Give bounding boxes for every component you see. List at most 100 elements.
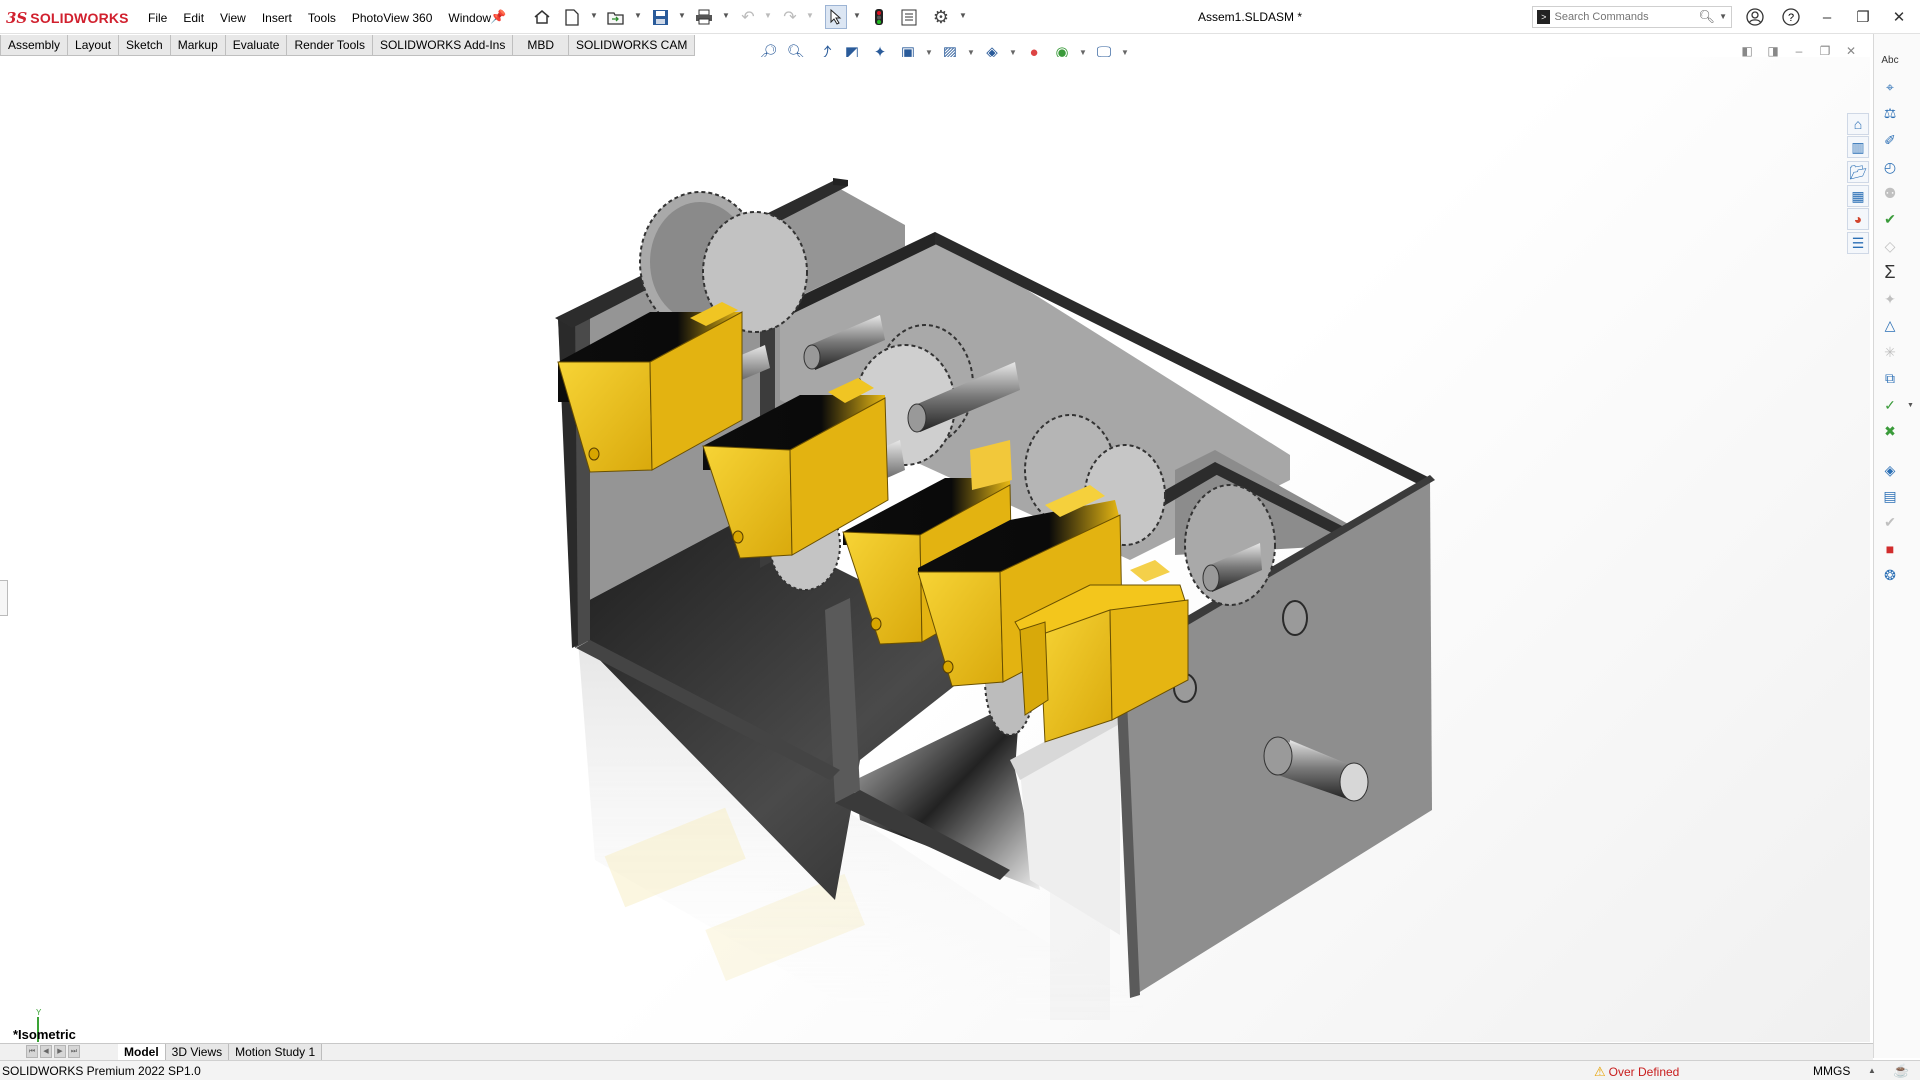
select-dropdown-icon[interactable]: ▼ [853,12,861,20]
graphics-area[interactable]: Y X Z [0,57,1870,1042]
minimize-icon[interactable]: – [1816,6,1838,28]
tab-solidworks-addins[interactable]: SOLIDWORKS Add-Ins [372,35,514,56]
file-explorer-icon[interactable]: 📂︎ [1847,161,1869,183]
view-settings-dropdown-icon[interactable]: ▼ [1121,48,1129,57]
menu-insert[interactable]: Insert [254,9,300,27]
menu-edit[interactable]: Edit [175,9,212,27]
options-dropdown-icon[interactable]: ▼ [959,12,967,20]
tab-assembly[interactable]: Assembly [0,35,69,56]
appearances-scenes-icon[interactable]: ◕ [1847,208,1869,230]
search-input[interactable] [1554,11,1695,23]
tab-model[interactable]: Model [118,1044,166,1060]
unit-system[interactable]: MMGS [1813,1064,1850,1078]
feature-manager-expand-handle[interactable] [0,580,8,616]
search-dropdown-icon[interactable]: ▼ [1719,12,1727,21]
save-dropdown-icon[interactable]: ▼ [678,12,686,20]
tab-evaluate[interactable]: Evaluate [225,35,288,56]
menu-bar: File Edit View Insert Tools PhotoView 36… [140,9,499,27]
costing-icon[interactable]: ✖ [1880,421,1900,441]
status-bar: SOLIDWORKS Premium 2022 SP1.0 ⚠ Over Def… [0,1060,1920,1080]
rebuild-status[interactable]: ⚠ Over Defined [1594,1064,1679,1080]
tab-3d-views[interactable]: 3D Views [165,1044,230,1060]
view-orientation-label: *Isometric [13,1027,76,1042]
solidworks-resources-icon[interactable]: ⌂ [1847,113,1869,135]
zebra-stripes-icon[interactable]: ▤ [1880,486,1900,506]
apply-scene-dropdown-icon[interactable]: ▼ [1079,48,1087,57]
tab-layout[interactable]: Layout [68,35,120,56]
svg-text:?: ? [1788,12,1794,24]
tab-sketch[interactable]: Sketch [119,35,171,56]
print-icon[interactable] [693,7,715,27]
menu-photoview[interactable]: PhotoView 360 [344,9,441,27]
menu-file[interactable]: File [140,9,175,27]
spell-check-icon[interactable]: Abc [1880,50,1900,70]
3dexperience-icon[interactable]: ❂ [1880,565,1900,585]
design-library-icon[interactable]: ▥ [1847,136,1869,158]
measure-icon[interactable]: ⌖ [1880,77,1900,97]
custom-properties-icon[interactable]: ☰ [1847,232,1869,254]
display-style-dropdown-icon[interactable]: ▼ [967,48,975,57]
sum-equations-icon[interactable]: Σ [1880,262,1900,282]
unit-system-dropdown-icon[interactable]: ▲ [1868,1066,1876,1075]
solidworks-logo[interactable]: 3S SOLIDWORKS [6,8,129,28]
document-title: Assem1.SLDASM * [1197,10,1303,24]
file-properties-icon[interactable] [898,7,920,27]
redo-dropdown-icon[interactable]: ▼ [806,12,814,20]
redo-icon[interactable]: ↷ [779,7,801,27]
tab-render-tools[interactable]: Render Tools [287,35,373,56]
undo-icon[interactable]: ↶ [737,7,759,27]
design-checker-dropdown-icon[interactable]: ▼ [1907,402,1914,409]
clearance-verification-icon[interactable]: ◇ [1880,236,1900,256]
curvature-icon[interactable]: ◈ [1880,460,1900,480]
undo-dropdown-icon[interactable]: ▼ [764,12,772,20]
user-account-icon[interactable] [1744,6,1766,28]
symmetry-check-icon[interactable]: ✳ [1880,342,1900,362]
new-dropdown-icon[interactable]: ▼ [590,12,598,20]
traffic-light-icon[interactable] [868,7,890,27]
options-gear-icon[interactable]: ⚙ [930,7,952,27]
home-icon[interactable] [531,7,553,27]
check-icon[interactable]: ✔ [1880,209,1900,229]
compare-documents-icon[interactable]: ⧉ [1880,368,1900,388]
tab-mbd[interactable]: MBD [513,35,569,56]
previous-tab-arrow-icon[interactable]: ◀ [40,1044,52,1058]
draft-analysis-icon[interactable]: △ [1880,315,1900,335]
print-dropdown-icon[interactable]: ▼ [722,12,730,20]
hide-show-dropdown-icon[interactable]: ▼ [1009,48,1017,57]
sketch-check-icon[interactable]: ✐ [1880,130,1900,150]
triad-y-label: Y [36,1008,42,1017]
thickness-analysis-icon[interactable]: ■ [1880,539,1900,559]
next-tab-arrow-icon[interactable]: ▶ [54,1044,66,1058]
view-palette-icon[interactable]: ▦ [1847,185,1869,207]
menu-view[interactable]: View [212,9,254,27]
first-tab-arrow-icon[interactable]: ⏮︎ [26,1044,38,1058]
tab-solidworks-cam[interactable]: SOLIDWORKS CAM [569,35,696,56]
search-icon[interactable]: 🔍︎ [1698,9,1715,25]
warning-icon: ⚠ [1594,1064,1606,1079]
interference-detection-icon[interactable]: ⚉ [1880,183,1900,203]
pin-menu-icon[interactable]: 📌 [490,9,506,25]
last-tab-arrow-icon[interactable]: ⏭︎ [68,1044,80,1058]
new-document-icon[interactable] [561,7,583,27]
design-checker-icon[interactable]: ✓ [1880,395,1900,415]
performance-evaluation-icon[interactable]: ◴ [1880,157,1900,177]
gearbox-assembly-model[interactable] [0,57,1870,1042]
quick-tips-icon[interactable]: ☕ [1893,1063,1909,1079]
select-arrow-icon[interactable] [825,5,847,29]
open-folder-icon[interactable] [605,7,627,27]
tab-markup[interactable]: Markup [170,35,226,56]
open-dropdown-icon[interactable]: ▼ [634,12,642,20]
tab-navigation-arrows: ⏮︎ ◀ ▶ ⏭︎ [26,1044,118,1060]
restore-icon[interactable]: ❐ [1852,6,1874,28]
save-icon[interactable] [649,7,671,27]
hole-alignment-icon[interactable]: ✦ [1880,289,1900,309]
verify-icon[interactable]: ✔ [1880,512,1900,532]
gear[interactable] [1184,484,1276,606]
help-icon[interactable]: ? [1780,6,1802,28]
search-commands[interactable]: > 🔍︎ ▼ [1532,6,1732,28]
mass-properties-icon[interactable]: ⚖ [1880,103,1900,123]
close-icon[interactable]: ✕ [1888,6,1910,28]
menu-tools[interactable]: Tools [300,9,344,27]
tab-motion-study[interactable]: Motion Study 1 [229,1044,323,1060]
view-orientation-dropdown-icon[interactable]: ▼ [925,48,933,57]
